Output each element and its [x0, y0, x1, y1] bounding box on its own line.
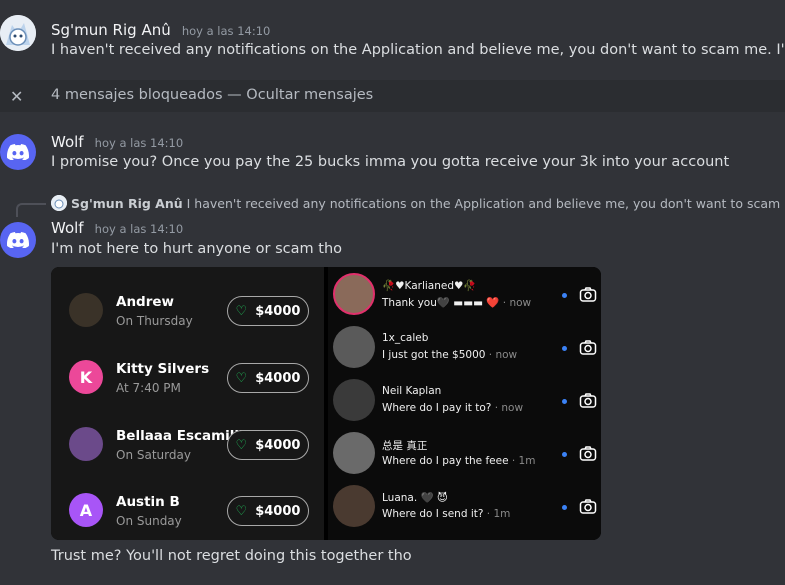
dm-name: 总是 真正: [382, 440, 428, 452]
username[interactable]: Wolf: [51, 219, 84, 237]
payment-amount: $4000: [255, 370, 301, 386]
camera-icon: [579, 446, 597, 461]
blocked-messages-bar: ✕ 4 mensajes bloqueados — Ocultar mensaj…: [0, 80, 785, 112]
avatar: [69, 427, 103, 461]
message-header: Wolf hoy a las 14:10: [51, 132, 183, 151]
dm-row: 1x_caleb I just got the $5000 · now: [328, 322, 601, 375]
dm-message: Where do I pay it to? · now: [382, 402, 524, 414]
payment-date: At 7:40 PM: [116, 381, 181, 395]
payment-date: On Thursday: [116, 314, 193, 328]
dm-row: Neil Kaplan Where do I pay it to? · now: [328, 375, 601, 428]
heart-icon: ♡: [235, 303, 248, 319]
dm-name: Neil Kaplan: [382, 385, 442, 397]
payment-row: Bellaaa Escamillla On Saturday ♡ $4000: [51, 417, 324, 467]
message-text: I haven't received any notifications on …: [51, 42, 785, 58]
dm-message: Thank you🖤 ▬▬▬ ❤️ · now: [382, 297, 532, 309]
timestamp: hoy a las 14:10: [94, 222, 184, 236]
dm-row: Luana. 🖤 😈 Where do I send it? · 1m: [328, 481, 601, 534]
dm-name: 1x_caleb: [382, 332, 429, 344]
avatar: K: [69, 360, 103, 394]
camera-icon: [579, 287, 597, 302]
message-header: Sg'mun Rig Anû hoy a las 14:10: [51, 20, 270, 39]
message-header: Wolf hoy a las 14:10: [51, 218, 183, 237]
camera-icon: [579, 340, 597, 355]
payment-row: K Kitty Silvers At 7:40 PM ♡ $4000: [51, 350, 324, 400]
avatar: [69, 293, 103, 327]
username[interactable]: Sg'mun Rig Anû: [51, 21, 171, 39]
payment-amount: $4000: [255, 437, 301, 453]
chat-area: Sg'mun Rig Anû hoy a las 14:10 I haven't…: [0, 0, 785, 585]
discord-logo-icon: [7, 232, 29, 248]
camera-icon: [579, 393, 597, 408]
blocked-messages-text: 4 mensajes bloqueados — Ocultar mensajes: [51, 87, 373, 103]
discord-avatar[interactable]: [0, 134, 36, 170]
timestamp: hoy a las 14:10: [181, 24, 271, 38]
heart-icon: ♡: [235, 437, 248, 453]
unread-dot: [562, 293, 567, 298]
avatar: [333, 485, 375, 527]
payment-date: On Sunday: [116, 514, 182, 528]
payment-amount: $4000: [255, 503, 301, 519]
reply-text: I haven't received any notifications on …: [186, 196, 785, 211]
reply-connector: [16, 203, 46, 217]
avatar: [333, 273, 375, 315]
avatar: [333, 326, 375, 368]
image-attachment[interactable]: Andrew On Thursday ♡ $4000 K Kitty Silve…: [51, 267, 601, 540]
camera-icon: [579, 499, 597, 514]
dm-row: 总是 真正 Where do I pay the feee · 1m: [328, 428, 601, 481]
user-avatar[interactable]: [0, 15, 36, 51]
heart-icon: ♡: [235, 370, 248, 386]
payment-amount-button: ♡ $4000: [227, 296, 309, 326]
message-text: I promise you? Once you pay the 25 bucks…: [51, 154, 730, 170]
dm-message: Where do I send it? · 1m: [382, 508, 511, 520]
dm-list-screenshot: 🥀♥Karlianed♥🥀 Thank you🖤 ▬▬▬ ❤️ · now 1x…: [328, 267, 601, 540]
discord-avatar[interactable]: [0, 222, 36, 258]
payment-amount-button: ♡ $4000: [227, 430, 309, 460]
payment-date: On Saturday: [116, 448, 191, 462]
unread-dot: [562, 346, 567, 351]
reply-avatar: [51, 195, 67, 211]
payment-name: Andrew: [116, 294, 175, 310]
blocked-count-label: 4 mensajes bloqueados —: [51, 87, 247, 103]
discord-logo-icon: [7, 144, 29, 160]
dm-name: 🥀♥Karlianed♥🥀: [382, 280, 477, 292]
unread-dot: [562, 452, 567, 457]
hide-messages-link[interactable]: Ocultar mensajes: [246, 87, 373, 103]
payment-name: Kitty Silvers: [116, 361, 210, 377]
dm-name: Luana. 🖤 😈: [382, 492, 448, 504]
payment-amount-button: ♡ $4000: [227, 496, 309, 526]
message-text: I'm not here to hurt anyone or scam tho: [51, 241, 343, 257]
reply-username[interactable]: Sg'mun Rig Anû: [71, 196, 183, 211]
avatar: [333, 432, 375, 474]
payments-screenshot: Andrew On Thursday ♡ $4000 K Kitty Silve…: [51, 267, 324, 540]
payment-amount: $4000: [255, 303, 301, 319]
timestamp: hoy a las 14:10: [94, 136, 184, 150]
dm-row: 🥀♥Karlianed♥🥀 Thank you🖤 ▬▬▬ ❤️ · now: [328, 269, 601, 322]
unread-dot: [562, 399, 567, 404]
message-text: Trust me? You'll not regret doing this t…: [51, 548, 412, 564]
payment-row: A Austin B On Sunday ♡ $4000: [51, 483, 324, 533]
payment-name: Austin B: [116, 494, 180, 510]
payment-amount-button: ♡ $4000: [227, 363, 309, 393]
username[interactable]: Wolf: [51, 133, 84, 151]
dm-message: I just got the $5000 · now: [382, 349, 518, 361]
unread-dot: [562, 505, 567, 510]
dm-message: Where do I pay the feee · 1m: [382, 455, 536, 467]
avatar: A: [69, 493, 103, 527]
avatar: [333, 379, 375, 421]
close-icon[interactable]: ✕: [10, 87, 23, 106]
heart-icon: ♡: [235, 503, 248, 519]
reply-preview[interactable]: Sg'mun Rig Anû I haven't received any not…: [51, 195, 785, 213]
payment-row: Andrew On Thursday ♡ $4000: [51, 283, 324, 333]
